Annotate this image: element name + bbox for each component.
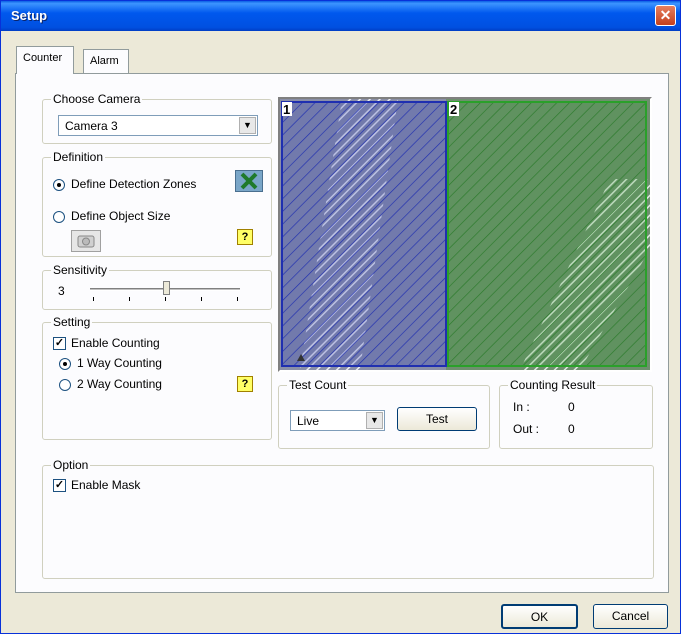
camera-select-value: Camera 3: [65, 119, 118, 133]
slider-tick: [165, 297, 166, 301]
define-size-label: Define Object Size: [71, 209, 171, 223]
zone-2-label: 2: [450, 102, 457, 117]
test-count-group: Test Count Live ▼ Test: [278, 378, 490, 449]
define-zones-radio[interactable]: [53, 179, 65, 191]
object-size-icon[interactable]: [71, 230, 101, 252]
definition-help-icon[interactable]: ?: [237, 229, 253, 245]
enable-counting-checkbox[interactable]: ✓: [53, 337, 66, 350]
sensitivity-group: Sensitivity 3: [42, 263, 272, 310]
setting-label: Setting: [51, 315, 93, 329]
test-button[interactable]: Test: [397, 407, 477, 431]
option-label: Option: [51, 458, 91, 472]
one-way-label: 1 Way Counting: [77, 356, 162, 370]
preview-canvas: 1 2: [280, 99, 650, 370]
sensitivity-label: Sensitivity: [51, 263, 110, 277]
setup-dialog: Setup ✕ Counter Alarm Choose Camera Came…: [0, 0, 681, 634]
out-value: 0: [568, 422, 575, 436]
two-way-label: 2 Way Counting: [77, 377, 162, 391]
test-mode-value: Live: [297, 414, 320, 428]
definition-group: Definition Define Detection Zones Define…: [42, 150, 272, 257]
title-bar: Setup ✕: [1, 1, 680, 31]
enable-mask-checkbox[interactable]: ✓: [53, 479, 66, 492]
zone-1-label: 1: [283, 102, 290, 117]
out-label: Out :: [513, 422, 540, 436]
counting-result-group: Counting Result In : 0 Out : 0: [499, 378, 653, 449]
ok-button[interactable]: OK: [501, 604, 578, 629]
window-title: Setup: [11, 8, 48, 23]
setting-group: Setting ✓ Enable Counting 1 Way Counting…: [42, 315, 272, 440]
option-group: Option ✓ Enable Mask: [42, 458, 654, 579]
choose-camera-group: Choose Camera Camera 3 ▼: [42, 92, 272, 144]
cancel-button[interactable]: Cancel: [593, 604, 668, 629]
define-zones-label: Define Detection Zones: [71, 177, 197, 191]
enable-counting-label: Enable Counting: [71, 336, 160, 350]
chevron-down-icon[interactable]: ▼: [239, 117, 256, 134]
in-value: 0: [568, 400, 575, 414]
sensitivity-value: 3: [58, 284, 65, 298]
tab-alarm[interactable]: Alarm: [83, 49, 129, 73]
one-way-radio[interactable]: [59, 358, 71, 370]
slider-tick: [237, 297, 238, 301]
choose-camera-label: Choose Camera: [51, 92, 143, 106]
define-size-radio[interactable]: [53, 211, 65, 223]
tab-counter[interactable]: Counter: [16, 46, 74, 74]
detection-zone-icon[interactable]: [235, 170, 263, 192]
sensitivity-slider-thumb[interactable]: [163, 281, 170, 295]
detection-zone-2-hatch: [447, 101, 647, 367]
camera-preview[interactable]: 1 2: [278, 97, 652, 372]
chevron-down-icon[interactable]: ▼: [366, 412, 383, 429]
counting-result-label: Counting Result: [508, 378, 598, 392]
test-count-label: Test Count: [287, 378, 349, 392]
close-button[interactable]: ✕: [655, 5, 676, 26]
setting-help-icon[interactable]: ?: [237, 376, 253, 392]
test-mode-select[interactable]: Live ▼: [290, 410, 385, 431]
in-label: In :: [513, 400, 530, 414]
counter-panel: Choose Camera Camera 3 ▼ Definition Defi…: [15, 73, 669, 593]
slider-tick: [129, 297, 130, 301]
detection-zone-1-hatch: [281, 101, 447, 367]
camera-select[interactable]: Camera 3 ▼: [58, 115, 258, 136]
slider-tick: [201, 297, 202, 301]
slider-tick: [93, 297, 94, 301]
enable-mask-label: Enable Mask: [71, 478, 141, 492]
definition-label: Definition: [51, 150, 106, 164]
two-way-radio[interactable]: [59, 379, 71, 391]
